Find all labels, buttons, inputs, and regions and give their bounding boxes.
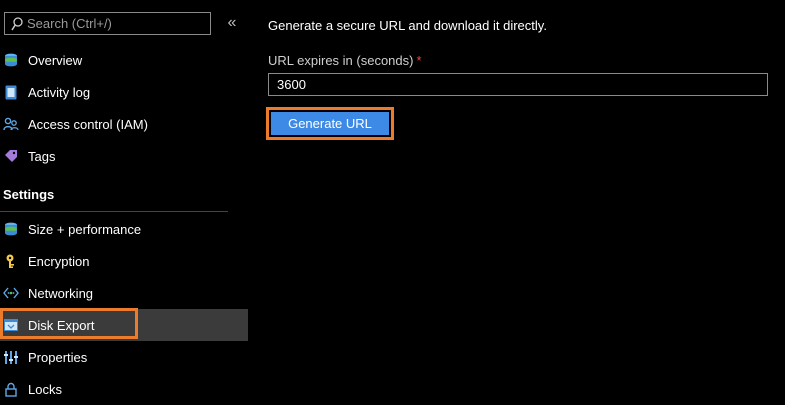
url-expiry-input[interactable]: [268, 73, 768, 96]
tag-icon: [3, 148, 19, 164]
search-input[interactable]: [27, 16, 197, 31]
sidebar-item-label: Properties: [28, 349, 88, 365]
people-icon: [3, 116, 19, 132]
sidebar: « Overview Activity log: [0, 0, 248, 405]
sidebar-item-label: Networking: [28, 285, 94, 301]
sidebar-item-label: Activity log: [28, 84, 91, 100]
required-marker: *: [416, 53, 422, 68]
sidebar-item-label: Access control (IAM): [28, 116, 148, 132]
sidebar-item-overview[interactable]: Overview: [0, 44, 248, 76]
section-divider: [0, 211, 228, 212]
sidebar-item-access-control[interactable]: Access control (IAM): [0, 108, 248, 140]
page-description: Generate a secure URL and download it di…: [268, 18, 547, 33]
sidebar-item-tags[interactable]: Tags: [0, 140, 248, 172]
sidebar-item-label: Disk Export: [28, 317, 95, 333]
properties-icon: [3, 349, 19, 365]
sidebar-item-size-performance[interactable]: Size + performance: [0, 213, 248, 245]
sidebar-item-properties[interactable]: Properties: [0, 341, 248, 373]
sidebar-item-label: Locks: [28, 381, 62, 397]
sidebar-item-encryption[interactable]: Encryption: [0, 245, 248, 277]
disk-icon: [3, 221, 19, 237]
settings-section-header: Settings: [3, 187, 55, 202]
sidebar-item-label: Overview: [28, 52, 83, 68]
sidebar-item-activity-log[interactable]: Activity log: [0, 76, 248, 108]
main-panel: Generate a secure URL and download it di…: [266, 0, 778, 405]
sidebar-item-label: Encryption: [28, 253, 90, 269]
sidebar-item-label: Tags: [28, 148, 56, 164]
collapse-sidebar-icon[interactable]: «: [224, 13, 240, 33]
disk-export-icon: [3, 317, 19, 333]
sidebar-item-disk-export[interactable]: Disk Export: [0, 309, 248, 341]
search-box[interactable]: [4, 12, 211, 35]
key-icon: [3, 253, 19, 269]
url-expiry-label-text: URL expires in (seconds): [268, 53, 414, 68]
lock-icon: [3, 381, 19, 397]
network-icon: [3, 285, 19, 301]
sidebar-item-networking[interactable]: Networking: [0, 277, 248, 309]
activity-log-icon: [3, 84, 19, 100]
sidebar-item-locks[interactable]: Locks: [0, 373, 248, 405]
generate-url-button[interactable]: Generate URL: [271, 112, 389, 135]
sidebar-item-label: Size + performance: [28, 221, 142, 237]
search-icon: [11, 16, 23, 30]
disk-icon: [3, 52, 19, 68]
url-expiry-label: URL expires in (seconds) *: [268, 53, 422, 68]
